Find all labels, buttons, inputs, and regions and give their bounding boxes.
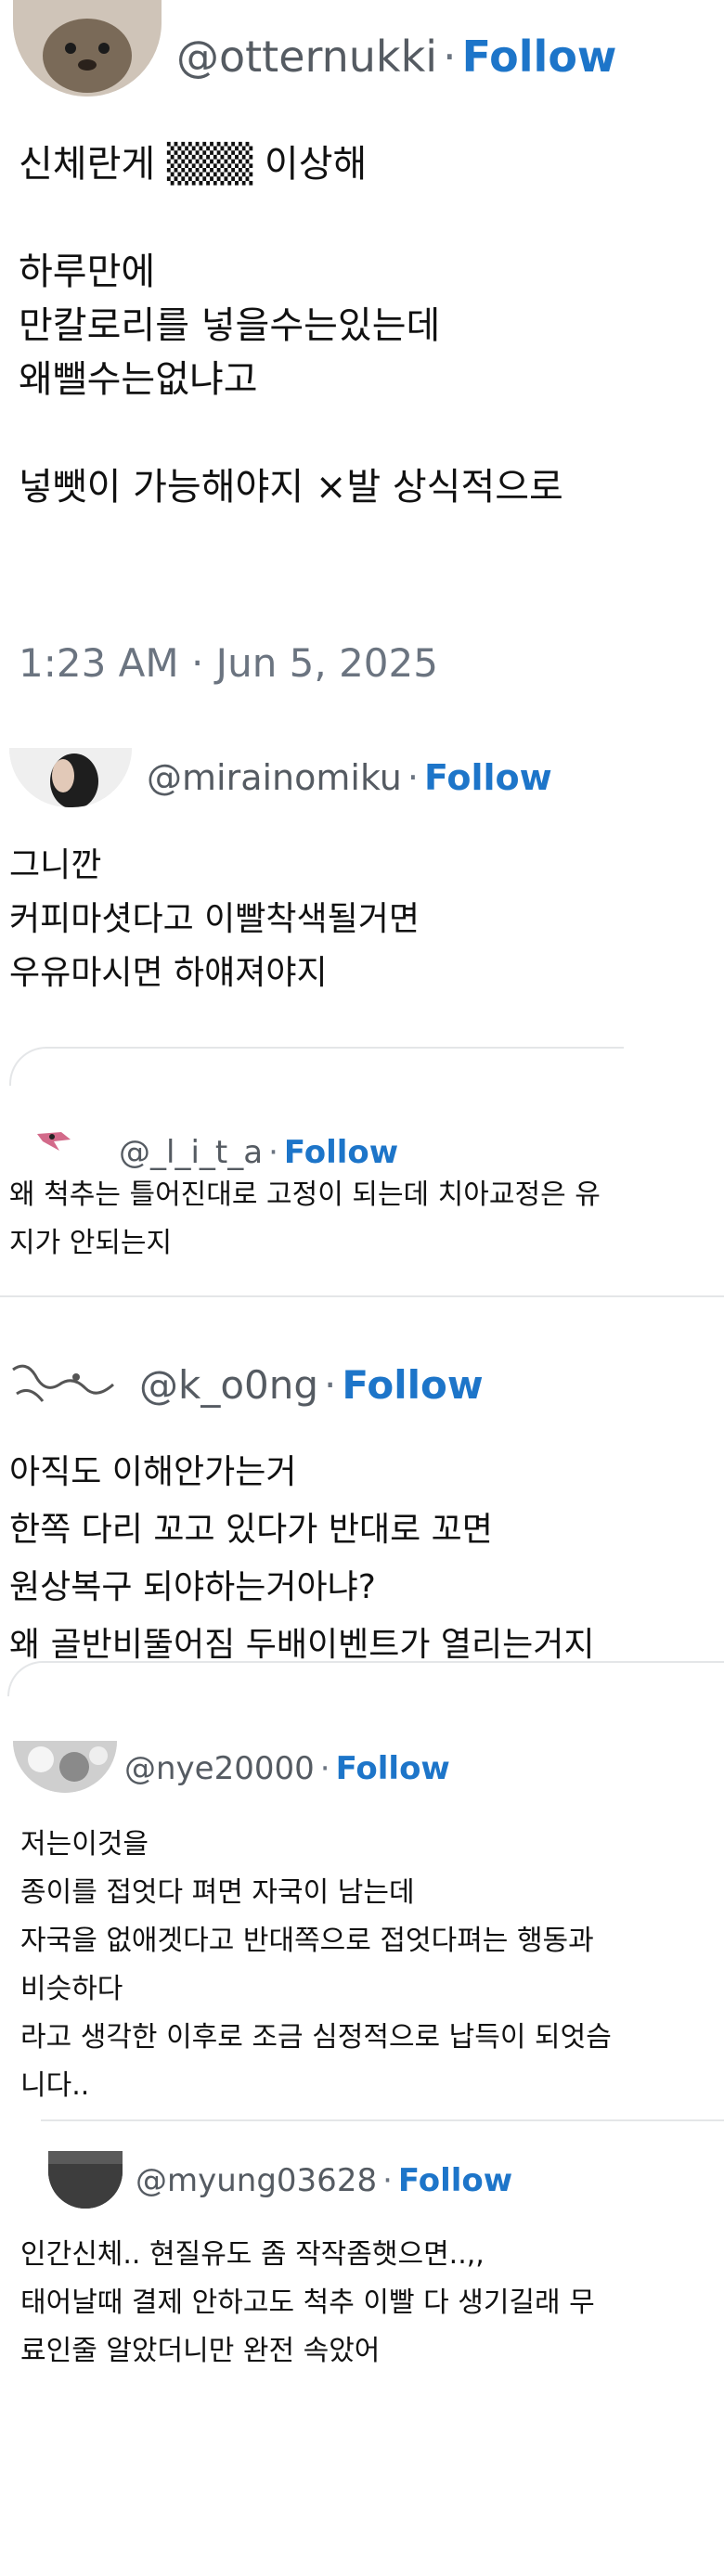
username-link[interactable]: @nye20000 [124,1750,315,1787]
divider [0,1295,724,1297]
post-header: @_l_i_t_a · Follow [119,1134,398,1171]
username-link[interactable]: @_l_i_t_a [119,1134,263,1171]
follow-button[interactable]: Follow [284,1134,398,1171]
post-header: @k_o0ng · Follow [139,1362,484,1408]
photo-avatar-image [13,1741,117,1793]
separator-dot: · [324,1362,337,1408]
dark-avatar-image [48,2151,123,2209]
avatar[interactable] [13,0,162,97]
divider [41,2119,724,2121]
post-text: 인간신체.. 현질유도 좀 작작좀햇으면..,, 태어날때 결제 안하고도 척추… [20,2238,595,2367]
follow-button[interactable]: Follow [424,757,552,798]
post-header: @myung03628 · Follow [136,2162,512,2199]
separator-dot: · [443,32,457,82]
username-link[interactable]: @myung03628 [136,2162,377,2199]
username-link[interactable]: @k_o0ng [139,1362,318,1408]
separator-dot: · [268,1134,278,1171]
separator-dot: · [382,2162,393,2199]
person-avatar-image [9,748,132,807]
post-timestamp[interactable]: 1:23 AM · Jun 5, 2025 [19,640,438,686]
avatar[interactable] [9,748,132,807]
post-text: 아직도 이해안가는거 한쪽 다리 꼬고 있다가 반대로 꼬면 원상복구 되야하는… [9,1453,595,1664]
post-text: 신체란게 ▒▒▒ 이상해 하루만에 만칼로리를 넣을수는있는데 왜뺄수는없냐고 … [19,143,563,509]
post-text: 왜 척추는 틀어진대로 고정이 되는데 치아교정은 유 지가 안되는지 [9,1179,601,1259]
avatar[interactable] [33,1128,74,1154]
avatar[interactable] [48,2151,123,2209]
post-header: @nye20000 · Follow [124,1750,450,1787]
avatar[interactable] [7,1357,119,1416]
sketch-avatar-icon [12,1364,114,1402]
follow-button[interactable]: Follow [342,1362,483,1408]
separator-dot: · [407,757,419,798]
pink-avatar-icon [37,1132,71,1151]
avatar[interactable] [13,1741,117,1793]
post-text: 그니깐 커피마셧다고 이빨착색될거면 우유마시면 하얘져야지 [9,846,420,992]
follow-button[interactable]: Follow [336,1750,450,1787]
post-header: @mirainomiku · Follow [147,757,552,798]
post-text: 저는이것을 종이를 접엇다 펴면 자국이 남는데 자국을 없애겟다고 반대쪽으로… [20,1828,612,2102]
post-header: @otternukki · Follow [176,32,616,82]
follow-button[interactable]: Follow [398,2162,512,2199]
follow-button[interactable]: Follow [462,32,617,82]
otter-avatar-image [13,0,162,97]
thread-divider [9,1047,624,1086]
username-link[interactable]: @mirainomiku [147,757,402,798]
separator-dot: · [319,1750,330,1787]
username-link[interactable]: @otternukki [176,32,437,82]
thread-divider [7,1661,724,1696]
